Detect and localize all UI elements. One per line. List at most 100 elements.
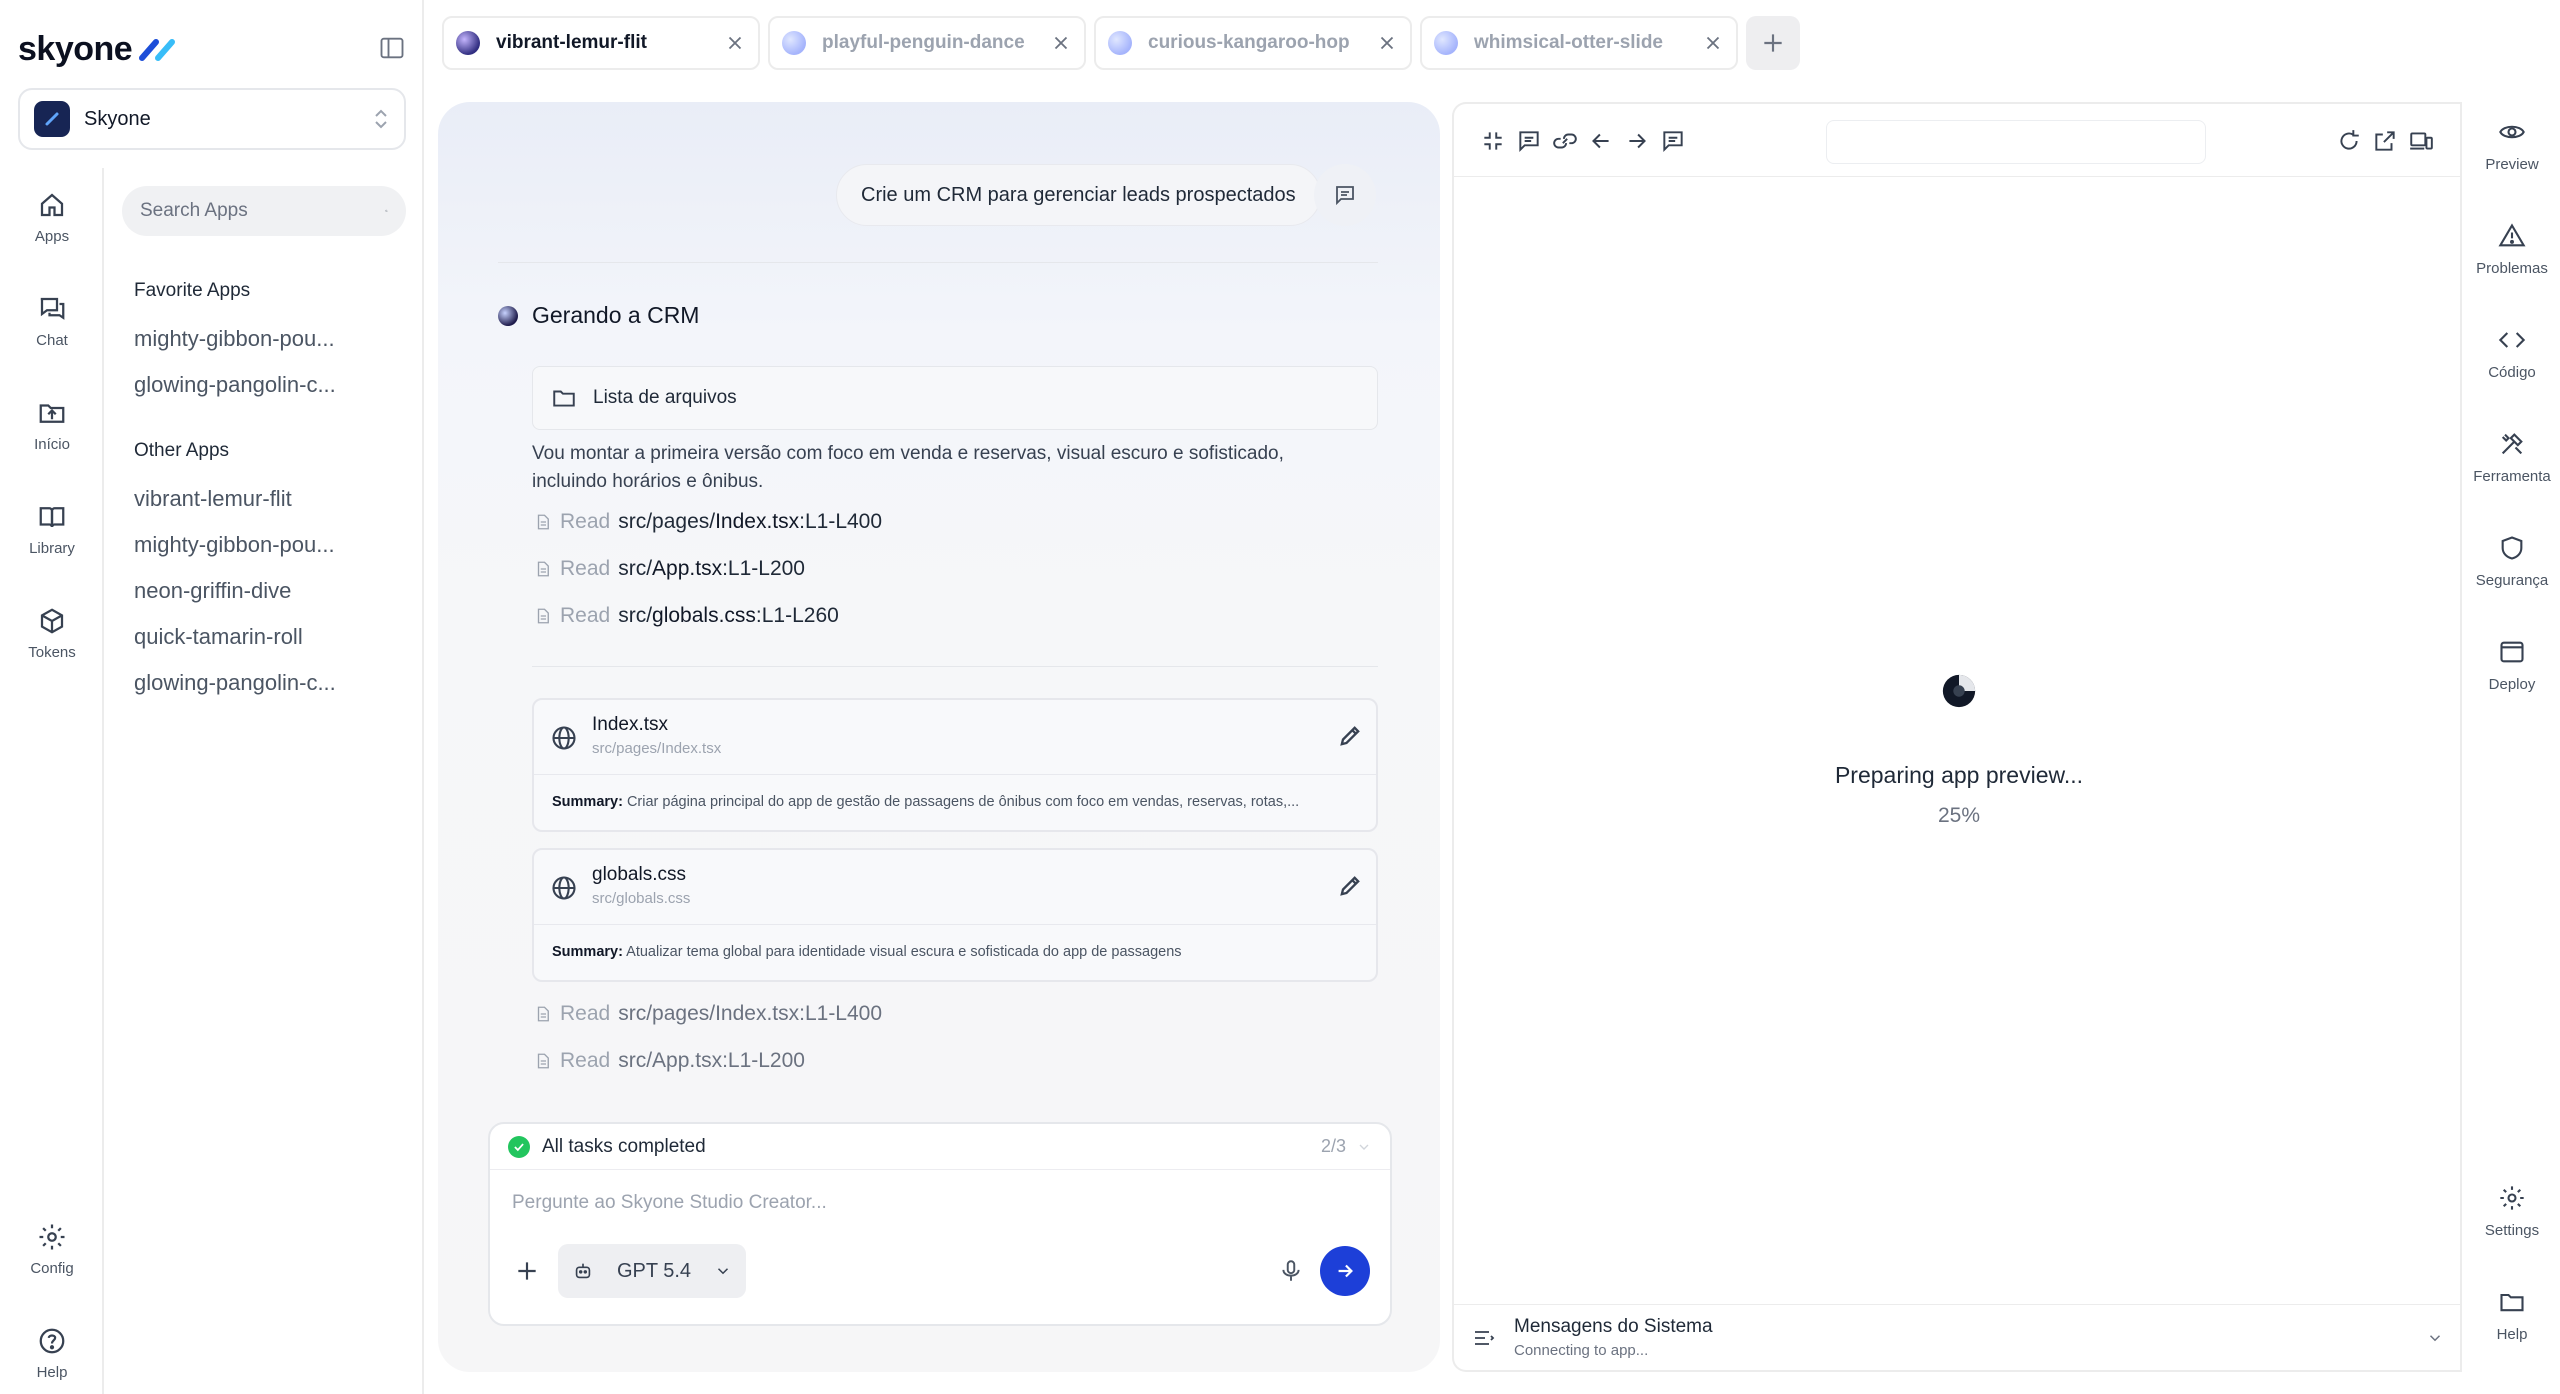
- read-entry: Read src/pages/Index.tsx:L1-L400: [534, 510, 882, 534]
- message-icon: [1336, 186, 1354, 206]
- tab-whimsical-otter-slide[interactable]: whimsical-otter-slide: [1420, 16, 1738, 70]
- tab-playful-penguin-dance[interactable]: playful-penguin-dance: [768, 16, 1086, 70]
- comment-icon[interactable]: [1516, 128, 1542, 154]
- add-tab-button[interactable]: [1746, 16, 1800, 70]
- tab-avatar: [782, 31, 806, 55]
- read-path: src/App.tsx:L1-L200: [618, 1049, 805, 1072]
- search-icon[interactable]: [385, 201, 388, 221]
- arrow-right-icon[interactable]: [1624, 128, 1650, 154]
- tab-label: playful-penguin-dance: [822, 32, 1025, 53]
- favorite-app-item[interactable]: mighty-gibbon-pou...: [134, 326, 335, 352]
- pencil-icon[interactable]: [1336, 872, 1364, 900]
- chevron-down-icon: [1359, 1144, 1369, 1150]
- rail-label: Preview: [2485, 156, 2539, 173]
- chevron-down-icon: [717, 1268, 729, 1275]
- tab-curious-kangaroo-hop[interactable]: curious-kangaroo-hop: [1094, 16, 1412, 70]
- loading-spinner-icon: [1942, 674, 1976, 708]
- close-icon[interactable]: [1050, 32, 1072, 54]
- brand-logo: skyone: [18, 30, 178, 69]
- close-icon[interactable]: [1702, 32, 1724, 54]
- tools-icon: [2501, 433, 2523, 455]
- prompt-input[interactable]: [512, 1192, 1362, 1214]
- loading-text: Preparing app preview...: [1834, 762, 2084, 788]
- eye-icon: [2499, 125, 2525, 139]
- file-list-label: Lista de arquivos: [593, 387, 737, 408]
- tab-bar: vibrant-lemur-flit playful-penguin-dance…: [442, 16, 1800, 72]
- message-icon[interactable]: [1660, 128, 1686, 154]
- rail-item-inicio[interactable]: Início: [0, 398, 104, 453]
- file-list-button[interactable]: Lista de arquivos: [532, 366, 1378, 430]
- message-action-button[interactable]: [1314, 164, 1376, 226]
- arrow-left-icon[interactable]: [1588, 128, 1614, 154]
- rail-item-settings[interactable]: Settings: [2462, 1184, 2560, 1239]
- refresh-icon[interactable]: [2336, 128, 2362, 154]
- external-link-icon[interactable]: [2372, 128, 2398, 154]
- link-icon[interactable]: [1552, 128, 1578, 154]
- preview-panel: Preparing app preview... 25% Mensagens d…: [1452, 102, 2462, 1372]
- rail-item-deploy[interactable]: Deploy: [2462, 638, 2560, 693]
- devices-icon[interactable]: [2408, 128, 2434, 154]
- rail-item-codigo[interactable]: Código: [2462, 326, 2560, 381]
- other-app-item[interactable]: neon-griffin-dive: [134, 578, 291, 604]
- read-path: src/pages/Index.tsx:L1-L400: [618, 510, 883, 533]
- rail-item-seguranca[interactable]: Segurança: [2462, 534, 2560, 589]
- model-selector[interactable]: GPT 5.4: [558, 1244, 746, 1298]
- rail-item-preview[interactable]: Preview: [2462, 118, 2560, 173]
- help-icon: [39, 1328, 65, 1354]
- folder-icon: [553, 390, 575, 407]
- rail-item-apps[interactable]: Apps: [0, 190, 104, 245]
- rail-item-help[interactable]: Help: [2462, 1288, 2560, 1343]
- rail-item-ferramenta[interactable]: Ferramenta: [2462, 430, 2560, 485]
- brand-mark-icon: [139, 38, 176, 61]
- url-bar[interactable]: [1826, 120, 2206, 164]
- system-messages-title: Mensagens do Sistema: [1514, 1316, 1713, 1337]
- folder-icon: [2500, 1293, 2524, 1312]
- rail-item-tokens[interactable]: Tokens: [0, 606, 104, 661]
- read-entry: Read src/globals.css:L1-L260: [534, 604, 839, 628]
- close-icon[interactable]: [724, 32, 746, 54]
- sidebar-toggle-icon[interactable]: [378, 34, 406, 62]
- rail-item-library[interactable]: Library: [0, 502, 104, 557]
- workspace-selector[interactable]: Skyone: [18, 88, 406, 150]
- read-path: src/globals.css:L1-L260: [618, 604, 839, 627]
- upload-folder-icon: [39, 404, 65, 423]
- pencil-icon[interactable]: [1336, 722, 1364, 750]
- other-app-item[interactable]: vibrant-lemur-flit: [134, 486, 292, 512]
- divider: [532, 666, 1378, 667]
- composer: All tasks completed 2/3 GPT 5.4: [488, 1122, 1392, 1326]
- file-name: globals.css: [592, 864, 686, 885]
- read-verb: Read: [560, 1049, 611, 1072]
- file-icon: [537, 514, 549, 530]
- tab-label: whimsical-otter-slide: [1474, 32, 1663, 53]
- rail-item-problemas[interactable]: Problemas: [2462, 222, 2560, 277]
- other-apps-title: Other Apps: [134, 440, 230, 461]
- home-icon: [40, 193, 64, 217]
- tab-avatar: [456, 31, 480, 55]
- favorite-app-item[interactable]: glowing-pangolin-c...: [134, 372, 336, 398]
- tab-vibrant-lemur-flit[interactable]: vibrant-lemur-flit: [442, 16, 760, 70]
- file-icon: [537, 1006, 549, 1022]
- card-divider: [534, 774, 1376, 775]
- rail-label: Início: [34, 436, 70, 453]
- other-app-item[interactable]: mighty-gibbon-pou...: [134, 532, 335, 558]
- send-button[interactable]: [1320, 1246, 1370, 1296]
- other-app-item[interactable]: glowing-pangolin-c...: [134, 670, 336, 696]
- system-messages-bar[interactable]: Mensagens do Sistema Connecting to app..…: [1454, 1304, 2462, 1370]
- rail-item-config[interactable]: Config: [0, 1222, 104, 1277]
- rail-label: Tokens: [28, 644, 76, 661]
- read-path: src/pages/Index.tsx:L1-L400: [618, 1002, 883, 1025]
- minimize-icon[interactable]: [1480, 128, 1506, 154]
- rail-item-help[interactable]: Help: [0, 1326, 104, 1381]
- tasks-status-row[interactable]: All tasks completed 2/3: [490, 1124, 1390, 1170]
- file-icon: [537, 1053, 549, 1069]
- file-change-card: globals.css src/globals.css Summary: Atu…: [532, 848, 1378, 982]
- microphone-icon[interactable]: [1278, 1258, 1304, 1284]
- file-icon: [537, 561, 549, 577]
- search-box[interactable]: [122, 186, 406, 236]
- read-entry: Read src/App.tsx:L1-L200: [534, 1049, 805, 1073]
- plus-icon[interactable]: [514, 1258, 540, 1284]
- search-input[interactable]: [140, 200, 385, 222]
- rail-item-chat[interactable]: Chat: [0, 294, 104, 349]
- close-icon[interactable]: [1376, 32, 1398, 54]
- other-app-item[interactable]: quick-tamarin-roll: [134, 624, 303, 650]
